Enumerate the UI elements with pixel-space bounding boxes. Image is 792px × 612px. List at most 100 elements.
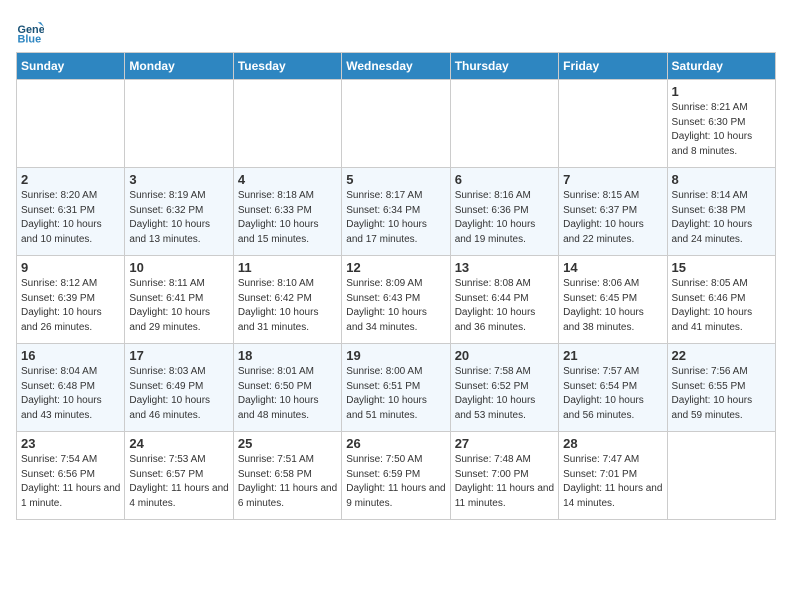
weekday-header-tuesday: Tuesday [233,53,341,80]
day-number: 26 [346,436,445,451]
day-number: 21 [563,348,662,363]
logo: General Blue [16,16,48,44]
calendar-cell [342,80,450,168]
day-info: Sunrise: 8:00 AM Sunset: 6:51 PM Dayligh… [346,365,445,423]
day-info: Sunrise: 8:04 AM Sunset: 6:48 PM Dayligh… [21,365,120,423]
day-info: Sunrise: 7:58 AM Sunset: 6:52 PM Dayligh… [455,365,554,423]
day-number: 10 [129,260,228,275]
day-info: Sunrise: 8:10 AM Sunset: 6:42 PM Dayligh… [238,277,337,335]
day-info: Sunrise: 8:17 AM Sunset: 6:34 PM Dayligh… [346,189,445,247]
day-info: Sunrise: 8:14 AM Sunset: 6:38 PM Dayligh… [672,189,771,247]
day-info: Sunrise: 7:51 AM Sunset: 6:58 PM Dayligh… [238,453,337,511]
day-number: 3 [129,172,228,187]
calendar-cell: 14 Sunrise: 8:06 AM Sunset: 6:45 PM Dayli… [559,256,667,344]
day-info: Sunrise: 8:05 AM Sunset: 6:46 PM Dayligh… [672,277,771,335]
calendar-cell [450,80,558,168]
calendar-cell: 7Sunrise: 8:15 AM Sunset: 6:37 PM Daylig… [559,168,667,256]
day-number: 2 [21,172,120,187]
day-number: 23 [21,436,120,451]
day-info: Sunrise: 8:12 AM Sunset: 6:39 PM Dayligh… [21,277,120,335]
calendar-cell [17,80,125,168]
day-number: 11 [238,260,337,275]
calendar-cell [233,80,341,168]
calendar-cell: 1Sunrise: 8:21 AM Sunset: 6:30 PM Daylig… [667,80,775,168]
day-info: Sunrise: 7:48 AM Sunset: 7:00 PM Dayligh… [455,453,554,511]
day-info: Sunrise: 8:20 AM Sunset: 6:31 PM Dayligh… [21,189,120,247]
day-info: Sunrise: 7:57 AM Sunset: 6:54 PM Dayligh… [563,365,662,423]
day-info: Sunrise: 8:18 AM Sunset: 6:33 PM Dayligh… [238,189,337,247]
calendar-cell: 13 Sunrise: 8:08 AM Sunset: 6:44 PM Dayli… [450,256,558,344]
calendar-cell [125,80,233,168]
day-info: Sunrise: 8:16 AM Sunset: 6:36 PM Dayligh… [455,189,554,247]
calendar-cell: 3 Sunrise: 8:19 AM Sunset: 6:32 PM Daylig… [125,168,233,256]
calendar-cell: 11 Sunrise: 8:10 AM Sunset: 6:42 PM Dayli… [233,256,341,344]
day-number: 27 [455,436,554,451]
day-number: 17 [129,348,228,363]
calendar-cell: 5Sunrise: 8:17 AM Sunset: 6:34 PM Daylig… [342,168,450,256]
day-info: Sunrise: 8:01 AM Sunset: 6:50 PM Dayligh… [238,365,337,423]
day-number: 20 [455,348,554,363]
day-info: Sunrise: 7:53 AM Sunset: 6:57 PM Dayligh… [129,453,228,511]
calendar-cell: 15 Sunrise: 8:05 AM Sunset: 6:46 PM Dayli… [667,256,775,344]
day-info: Sunrise: 7:47 AM Sunset: 7:01 PM Dayligh… [563,453,662,511]
calendar-cell: 16 Sunrise: 8:04 AM Sunset: 6:48 PM Dayli… [17,344,125,432]
day-number: 16 [21,348,120,363]
calendar-week-5: 23 Sunrise: 7:54 AM Sunset: 6:56 PM Dayli… [17,432,776,520]
day-info: Sunrise: 8:03 AM Sunset: 6:49 PM Dayligh… [129,365,228,423]
day-number: 19 [346,348,445,363]
calendar-week-4: 16 Sunrise: 8:04 AM Sunset: 6:48 PM Dayli… [17,344,776,432]
calendar-cell: 24 Sunrise: 7:53 AM Sunset: 6:57 PM Dayli… [125,432,233,520]
day-number: 24 [129,436,228,451]
day-number: 25 [238,436,337,451]
weekday-header-saturday: Saturday [667,53,775,80]
day-number: 9 [21,260,120,275]
calendar-week-2: 2 Sunrise: 8:20 AM Sunset: 6:31 PM Daylig… [17,168,776,256]
svg-text:Blue: Blue [18,33,42,44]
calendar-week-3: 9 Sunrise: 8:12 AM Sunset: 6:39 PM Daylig… [17,256,776,344]
calendar-table: SundayMondayTuesdayWednesdayThursdayFrid… [16,52,776,520]
calendar-cell: 18 Sunrise: 8:01 AM Sunset: 6:50 PM Dayli… [233,344,341,432]
day-number: 15 [672,260,771,275]
logo-icon: General Blue [16,16,44,44]
day-number: 7 [563,172,662,187]
calendar-cell: 9 Sunrise: 8:12 AM Sunset: 6:39 PM Daylig… [17,256,125,344]
weekday-header-friday: Friday [559,53,667,80]
calendar-cell: 19 Sunrise: 8:00 AM Sunset: 6:51 PM Dayli… [342,344,450,432]
calendar-cell: 8 Sunrise: 8:14 AM Sunset: 6:38 PM Daylig… [667,168,775,256]
day-info: Sunrise: 7:56 AM Sunset: 6:55 PM Dayligh… [672,365,771,423]
day-info: Sunrise: 8:08 AM Sunset: 6:44 PM Dayligh… [455,277,554,335]
day-info: Sunrise: 8:11 AM Sunset: 6:41 PM Dayligh… [129,277,228,335]
day-number: 13 [455,260,554,275]
calendar-cell: 26 Sunrise: 7:50 AM Sunset: 6:59 PM Dayli… [342,432,450,520]
day-number: 8 [672,172,771,187]
calendar-cell: 17 Sunrise: 8:03 AM Sunset: 6:49 PM Dayli… [125,344,233,432]
calendar-cell: 20 Sunrise: 7:58 AM Sunset: 6:52 PM Dayli… [450,344,558,432]
calendar-cell: 2 Sunrise: 8:20 AM Sunset: 6:31 PM Daylig… [17,168,125,256]
day-info: Sunrise: 8:09 AM Sunset: 6:43 PM Dayligh… [346,277,445,335]
calendar-cell: 22 Sunrise: 7:56 AM Sunset: 6:55 PM Dayli… [667,344,775,432]
calendar-cell [559,80,667,168]
calendar-cell: 28 Sunrise: 7:47 AM Sunset: 7:01 PM Dayli… [559,432,667,520]
day-info: Sunrise: 8:06 AM Sunset: 6:45 PM Dayligh… [563,277,662,335]
day-number: 28 [563,436,662,451]
day-number: 12 [346,260,445,275]
calendar-cell: 10 Sunrise: 8:11 AM Sunset: 6:41 PM Dayli… [125,256,233,344]
day-info: Sunrise: 7:50 AM Sunset: 6:59 PM Dayligh… [346,453,445,511]
day-info: Sunrise: 7:54 AM Sunset: 6:56 PM Dayligh… [21,453,120,511]
day-number: 4 [238,172,337,187]
day-number: 6 [455,172,554,187]
calendar-cell: 4 Sunrise: 8:18 AM Sunset: 6:33 PM Daylig… [233,168,341,256]
day-number: 14 [563,260,662,275]
calendar-cell: 25 Sunrise: 7:51 AM Sunset: 6:58 PM Dayli… [233,432,341,520]
day-number: 1 [672,84,771,99]
weekday-header-thursday: Thursday [450,53,558,80]
day-number: 22 [672,348,771,363]
day-number: 18 [238,348,337,363]
calendar-cell [667,432,775,520]
header-row: SundayMondayTuesdayWednesdayThursdayFrid… [17,53,776,80]
day-info: Sunrise: 8:19 AM Sunset: 6:32 PM Dayligh… [129,189,228,247]
calendar-header: SundayMondayTuesdayWednesdayThursdayFrid… [17,53,776,80]
weekday-header-monday: Monday [125,53,233,80]
calendar-body: 1Sunrise: 8:21 AM Sunset: 6:30 PM Daylig… [17,80,776,520]
calendar-cell: 12 Sunrise: 8:09 AM Sunset: 6:43 PM Dayli… [342,256,450,344]
